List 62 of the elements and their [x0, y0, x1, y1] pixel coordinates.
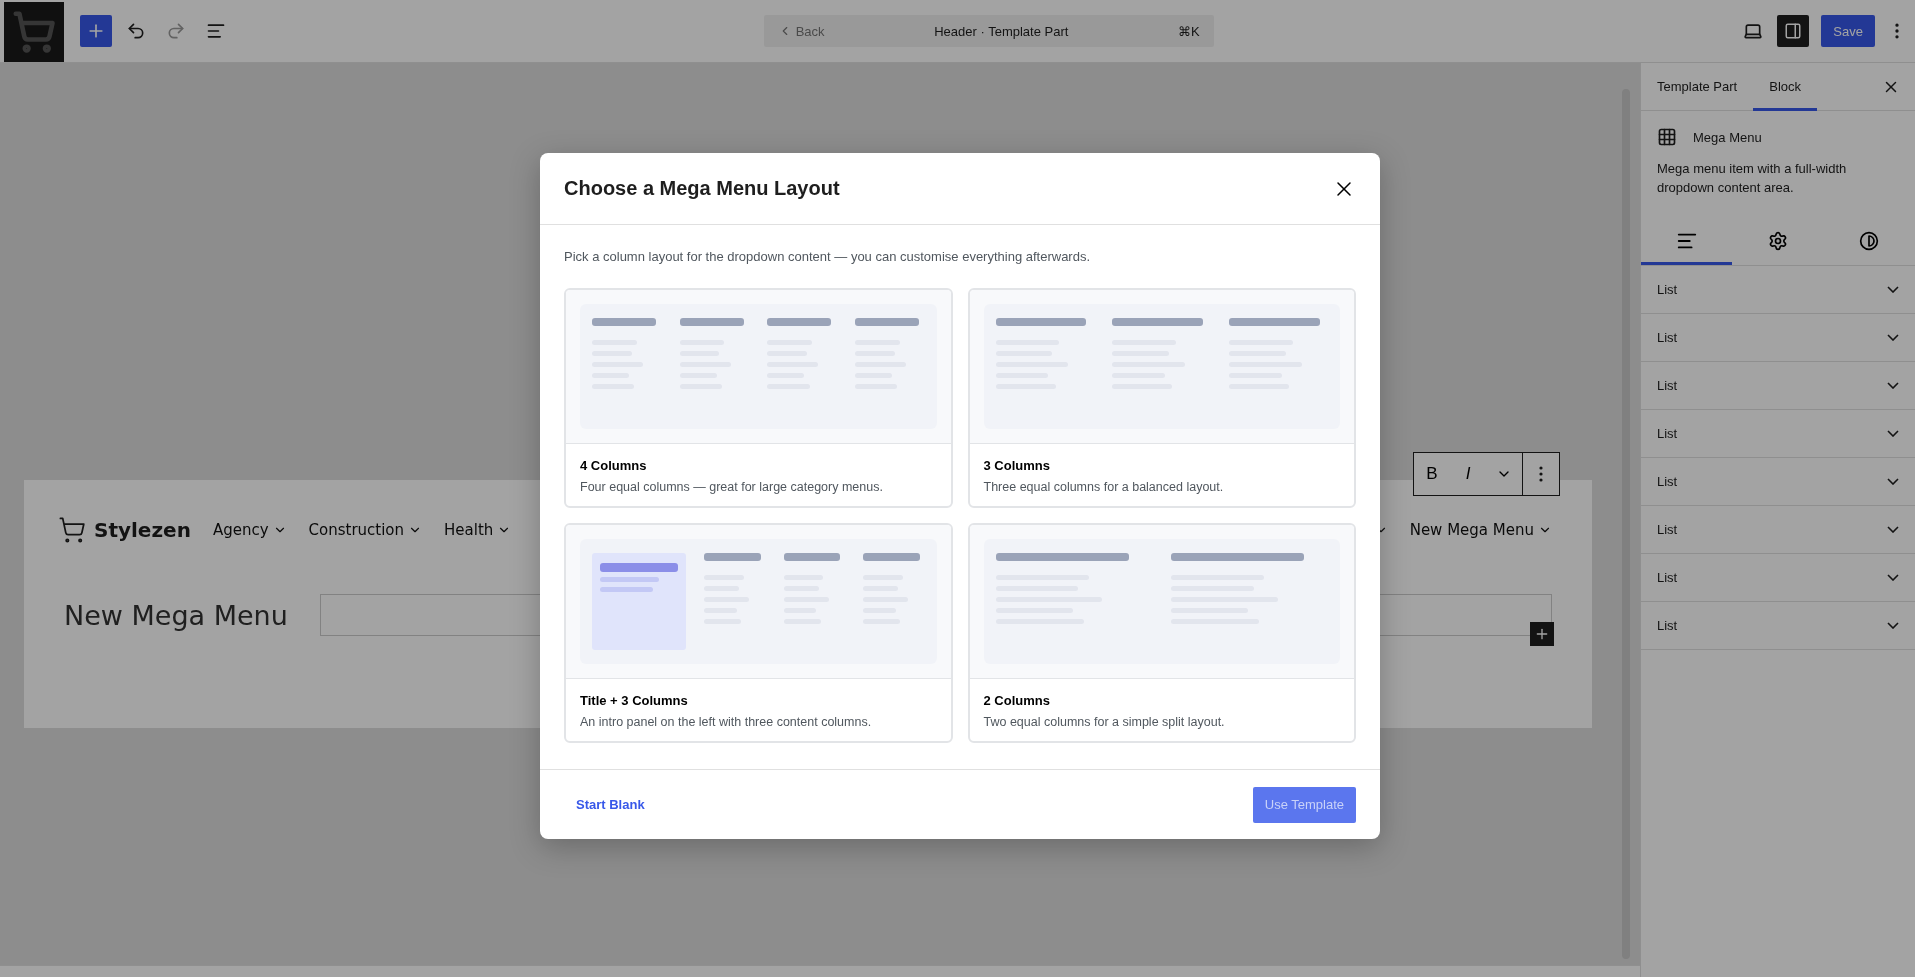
settings-icon — [1768, 231, 1788, 251]
dialog-title: Choose a Mega Menu Layout — [564, 177, 841, 200]
italic-button[interactable]: I — [1450, 453, 1486, 495]
layout-card[interactable]: 3 Columns Three equal columns for a balanced layout. — [967, 288, 1356, 508]
chevron-down-icon — [1887, 622, 1899, 629]
cart-icon — [58, 516, 86, 544]
redo-icon — [166, 21, 186, 41]
panel-section-toggle[interactable]: List — [1641, 554, 1915, 602]
layout-description: Three equal columns for a balanced layout. — [983, 480, 1225, 494]
mega-menu-heading: New Mega Menu — [64, 599, 288, 631]
add-block-button[interactable] — [80, 15, 112, 47]
laptop-icon — [1743, 21, 1764, 41]
contrast-icon — [1859, 231, 1880, 251]
dialog-intro: Pick a column layout for the dropdown content — you can customise everything afterwards. — [564, 249, 1092, 264]
layout-title: 4 Columns — [580, 458, 648, 473]
add-block-icon[interactable] — [1530, 622, 1554, 646]
layout-card[interactable]: Title + 3 Columns An intro panel on the left with three content columns. — [564, 523, 953, 743]
panel-section-toggle[interactable]: List — [1641, 362, 1915, 410]
sidebar-icon — [1784, 22, 1803, 40]
layout-description: Four equal columns — great for large category menus. — [580, 480, 884, 494]
site-title[interactable]: Stylezen — [94, 518, 191, 542]
panel-section-toggle[interactable]: List — [1641, 602, 1915, 650]
undo-icon — [126, 21, 146, 41]
panel-section-toggle[interactable]: List — [1641, 506, 1915, 554]
layout-title: Title + 3 Columns — [580, 693, 689, 708]
chevron-down-icon — [1887, 478, 1899, 485]
chevron-down-icon — [1887, 526, 1899, 533]
layout-card[interactable]: 4 Columns Four equal columns — great for large category menus. — [564, 288, 953, 508]
chevron-down-icon — [1887, 286, 1899, 293]
panel-section-toggle[interactable]: List — [1641, 314, 1915, 362]
chevron-down-icon — [1887, 574, 1899, 581]
chevron-down-icon — [1887, 430, 1899, 437]
document-title: Header · Template Part — [933, 23, 1070, 39]
chevron-down-icon — [1887, 382, 1899, 389]
command-bar[interactable]: Back Header · Template Part ⌘K — [763, 15, 1214, 47]
start-blank-link[interactable]: Start Blank — [576, 797, 645, 812]
shortcut-hint: ⌘K — [1178, 23, 1200, 39]
block-name: Mega Menu — [1693, 129, 1762, 145]
plus-icon — [1534, 626, 1550, 642]
settings-panel-button[interactable] — [1777, 15, 1810, 47]
bold-button[interactable]: B — [1414, 453, 1450, 495]
grid-icon — [1657, 127, 1677, 147]
nav-item[interactable]: New Mega Menu — [1409, 521, 1552, 539]
block-description: Mega menu item with a full-width dropdown content area. — [1657, 160, 1848, 197]
panel-section-toggle[interactable]: List — [1641, 410, 1915, 458]
panel-section-toggle[interactable]: List — [1641, 458, 1915, 506]
sidebar-tab[interactable]: Template Part — [1649, 62, 1746, 111]
layout-title: 2 Columns — [983, 693, 1051, 708]
nav-item[interactable]: Construction — [308, 521, 423, 539]
layout-card[interactable]: 2 Columns Two equal columns for a simple split layout. — [967, 523, 1356, 743]
save-button[interactable]: Save — [1821, 15, 1875, 47]
panel-section-toggle[interactable]: List — [1641, 266, 1915, 314]
layout-description: Two equal columns for a simple split layout. — [983, 715, 1226, 729]
sidebar-tab[interactable]: Block — [1753, 62, 1818, 111]
layout-description: An intro panel on the left with three content columns. — [580, 715, 873, 729]
layout-title: 3 Columns — [983, 458, 1051, 473]
more-options-icon — [1539, 466, 1543, 482]
nav-item[interactable]: Health — [444, 521, 512, 539]
cart-icon — [12, 10, 56, 54]
nav-item[interactable]: Agency — [212, 521, 287, 539]
list-icon — [206, 21, 226, 41]
chevron-down-icon — [1887, 334, 1899, 341]
